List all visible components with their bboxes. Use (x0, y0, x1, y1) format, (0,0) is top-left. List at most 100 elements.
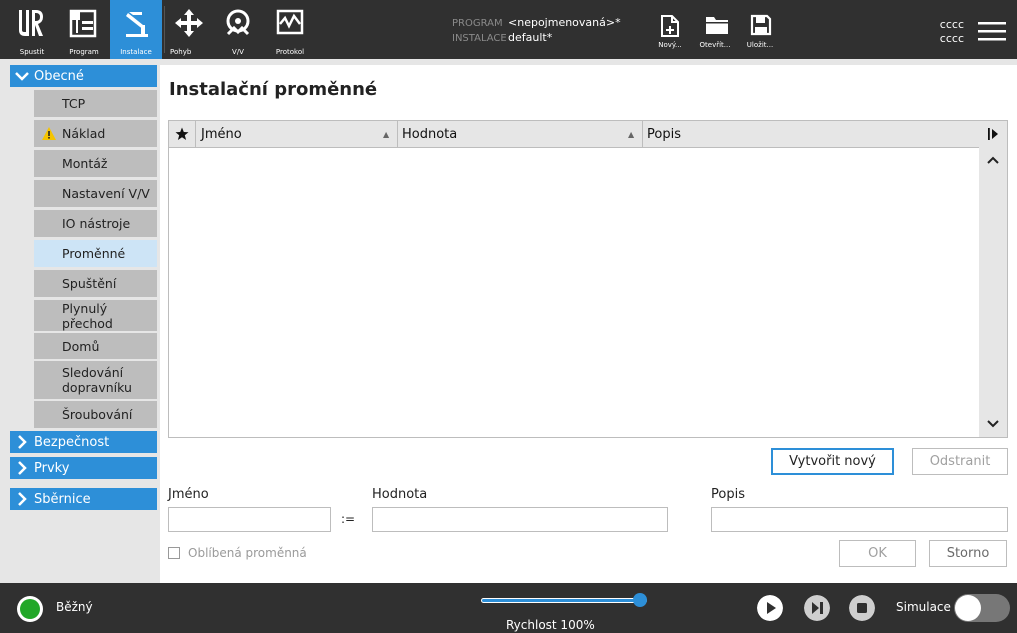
sidebar-item-tool-io[interactable]: IO nástroje (34, 209, 157, 237)
speed-slider-fill (482, 599, 640, 602)
remove-button[interactable]: Odstranit (912, 448, 1008, 475)
simulation-toggle[interactable] (954, 594, 1010, 622)
favorite-checkbox-row[interactable]: Oblíbená proměnná (168, 546, 307, 560)
sidebar-item-label: Domů (62, 338, 100, 354)
ok-button[interactable]: OK (839, 540, 916, 567)
description-column-header[interactable]: Popis (647, 121, 947, 147)
new-file-button[interactable]: Nový... (648, 0, 692, 59)
favorite-checkbox-label: Oblíbená proměnná (188, 546, 307, 560)
value-column-label: Hodnota (402, 126, 458, 142)
nav-program-button[interactable]: Program (58, 0, 110, 59)
installation-icon (126, 12, 148, 37)
column-divider (195, 121, 196, 147)
sidebar-group-label: Obecné (34, 68, 84, 84)
user-line-1: cccc (939, 18, 964, 31)
warning-icon (42, 127, 56, 140)
user-line-2: cccc (939, 32, 964, 45)
variables-table: Jméno ▲ Hodnota ▲ Popis (168, 120, 1008, 438)
simulation-toggle-knob (955, 595, 981, 621)
folder-icon (706, 17, 728, 34)
main-panel: Instalační proměnné Jméno ▲ Hodnota ▲ Po… (160, 65, 1017, 583)
sidebar-item-conveyor-tracking[interactable]: Sledování dopravníku (34, 360, 157, 399)
stop-button-icon[interactable] (849, 595, 875, 621)
log-icon (276, 9, 304, 35)
sidebar-group-general[interactable]: Obecné (10, 65, 157, 87)
sidebar-item-home[interactable]: Domů (34, 332, 157, 359)
nav-program-label: Program (69, 48, 99, 56)
open-file-button[interactable]: Otevřít... (693, 0, 737, 59)
program-name: <nepojmenovaná>* (508, 16, 621, 29)
nav-run-button[interactable]: Spustit (6, 0, 58, 59)
installation-key: INSTALACE (452, 33, 507, 44)
scroll-down-icon[interactable] (986, 419, 1000, 429)
sidebar-item-smooth-transition[interactable]: Plynulý přechod (34, 299, 157, 331)
nav-io-label: V/V (232, 48, 244, 56)
nav-io-button[interactable]: V/V (212, 0, 264, 59)
save-icon (750, 14, 772, 36)
favorite-checkbox[interactable] (168, 547, 180, 559)
user-info: cccc cccc (930, 18, 964, 46)
table-scrollbar[interactable] (979, 147, 1007, 437)
robot-status-indicator[interactable] (17, 596, 43, 622)
table-header: Jméno ▲ Hodnota ▲ Popis (169, 121, 1007, 148)
sidebar-group-fieldbus[interactable]: Sběrnice (10, 488, 157, 510)
sidebar-item-label: IO nástroje (62, 216, 131, 231)
chevron-right-icon (18, 461, 27, 475)
nav-log-label: Protokol (275, 48, 305, 56)
nav-move-button[interactable]: Pohyb (163, 0, 215, 59)
sidebar-item-startup[interactable]: Spuštění (34, 269, 157, 297)
sidebar-group-features[interactable]: Prvky (10, 457, 157, 479)
star-icon (175, 127, 189, 140)
sort-asc-icon: ▲ (628, 129, 635, 139)
nav-move-label: Pohyb (170, 48, 192, 56)
sidebar-item-tcp[interactable]: TCP (34, 89, 157, 117)
nav-installation-label: Instalace (120, 48, 152, 56)
sidebar-item-payload[interactable]: Náklad (34, 119, 157, 147)
chevron-down-icon (15, 72, 29, 81)
simulation-label: Simulace (896, 600, 951, 614)
name-field-label: Jméno (168, 487, 209, 502)
program-icon (69, 9, 97, 38)
sidebar-group-safety[interactable]: Bezpečnost (10, 431, 157, 453)
io-icon (226, 9, 250, 36)
value-column-header[interactable]: Hodnota ▲ (402, 121, 642, 147)
sidebar-item-mounting[interactable]: Montáž (34, 149, 157, 177)
sidebar-item-variables[interactable]: Proměnné (34, 239, 157, 267)
sort-asc-icon: ▲ (383, 129, 390, 139)
name-input[interactable] (168, 507, 331, 532)
step-button-icon[interactable] (804, 595, 830, 621)
cancel-button[interactable]: Storno (929, 540, 1007, 567)
sidebar-group-label: Sběrnice (34, 491, 91, 507)
value-input[interactable] (372, 507, 668, 532)
create-new-button[interactable]: Vytvořit nový (771, 448, 894, 475)
assign-operator: := (341, 512, 356, 526)
sidebar-item-label: TCP (62, 96, 86, 111)
installation-sidebar: Obecné TCP Náklad Montáž Nastavení V/V I… (0, 59, 157, 583)
installation-name: default* (508, 31, 553, 44)
panel-expand-icon (988, 128, 998, 140)
sidebar-item-io-setup[interactable]: Nastavení V/V (34, 179, 157, 207)
sidebar-item-label: Šroubování (62, 407, 133, 422)
chevron-right-icon (18, 492, 27, 506)
description-field-label: Popis (711, 487, 745, 502)
speed-slider-handle[interactable] (633, 593, 647, 607)
program-key: PROGRAM (452, 18, 503, 29)
favorite-column-header[interactable] (169, 121, 195, 147)
chevron-right-icon (18, 435, 27, 449)
speed-slider[interactable] (481, 593, 647, 607)
hamburger-menu-icon[interactable] (978, 22, 1006, 42)
speed-label: Rychlost 100% (506, 618, 595, 632)
play-button-icon[interactable] (757, 595, 783, 621)
nav-installation-button[interactable]: Instalace (110, 0, 162, 59)
name-column-header[interactable]: Jméno ▲ (201, 121, 397, 147)
sidebar-item-screwdriving[interactable]: Šroubování (34, 400, 157, 428)
nav-log-button[interactable]: Protokol (264, 0, 316, 59)
save-file-button[interactable]: Uložit... (738, 0, 782, 59)
page-title: Instalační proměnné (169, 79, 378, 100)
column-divider (642, 121, 643, 147)
description-input[interactable] (711, 507, 1008, 532)
column-toggle-button[interactable] (981, 121, 1005, 147)
column-divider (397, 121, 398, 147)
scroll-up-icon[interactable] (986, 155, 1000, 165)
sidebar-item-label: Náklad (62, 126, 106, 141)
